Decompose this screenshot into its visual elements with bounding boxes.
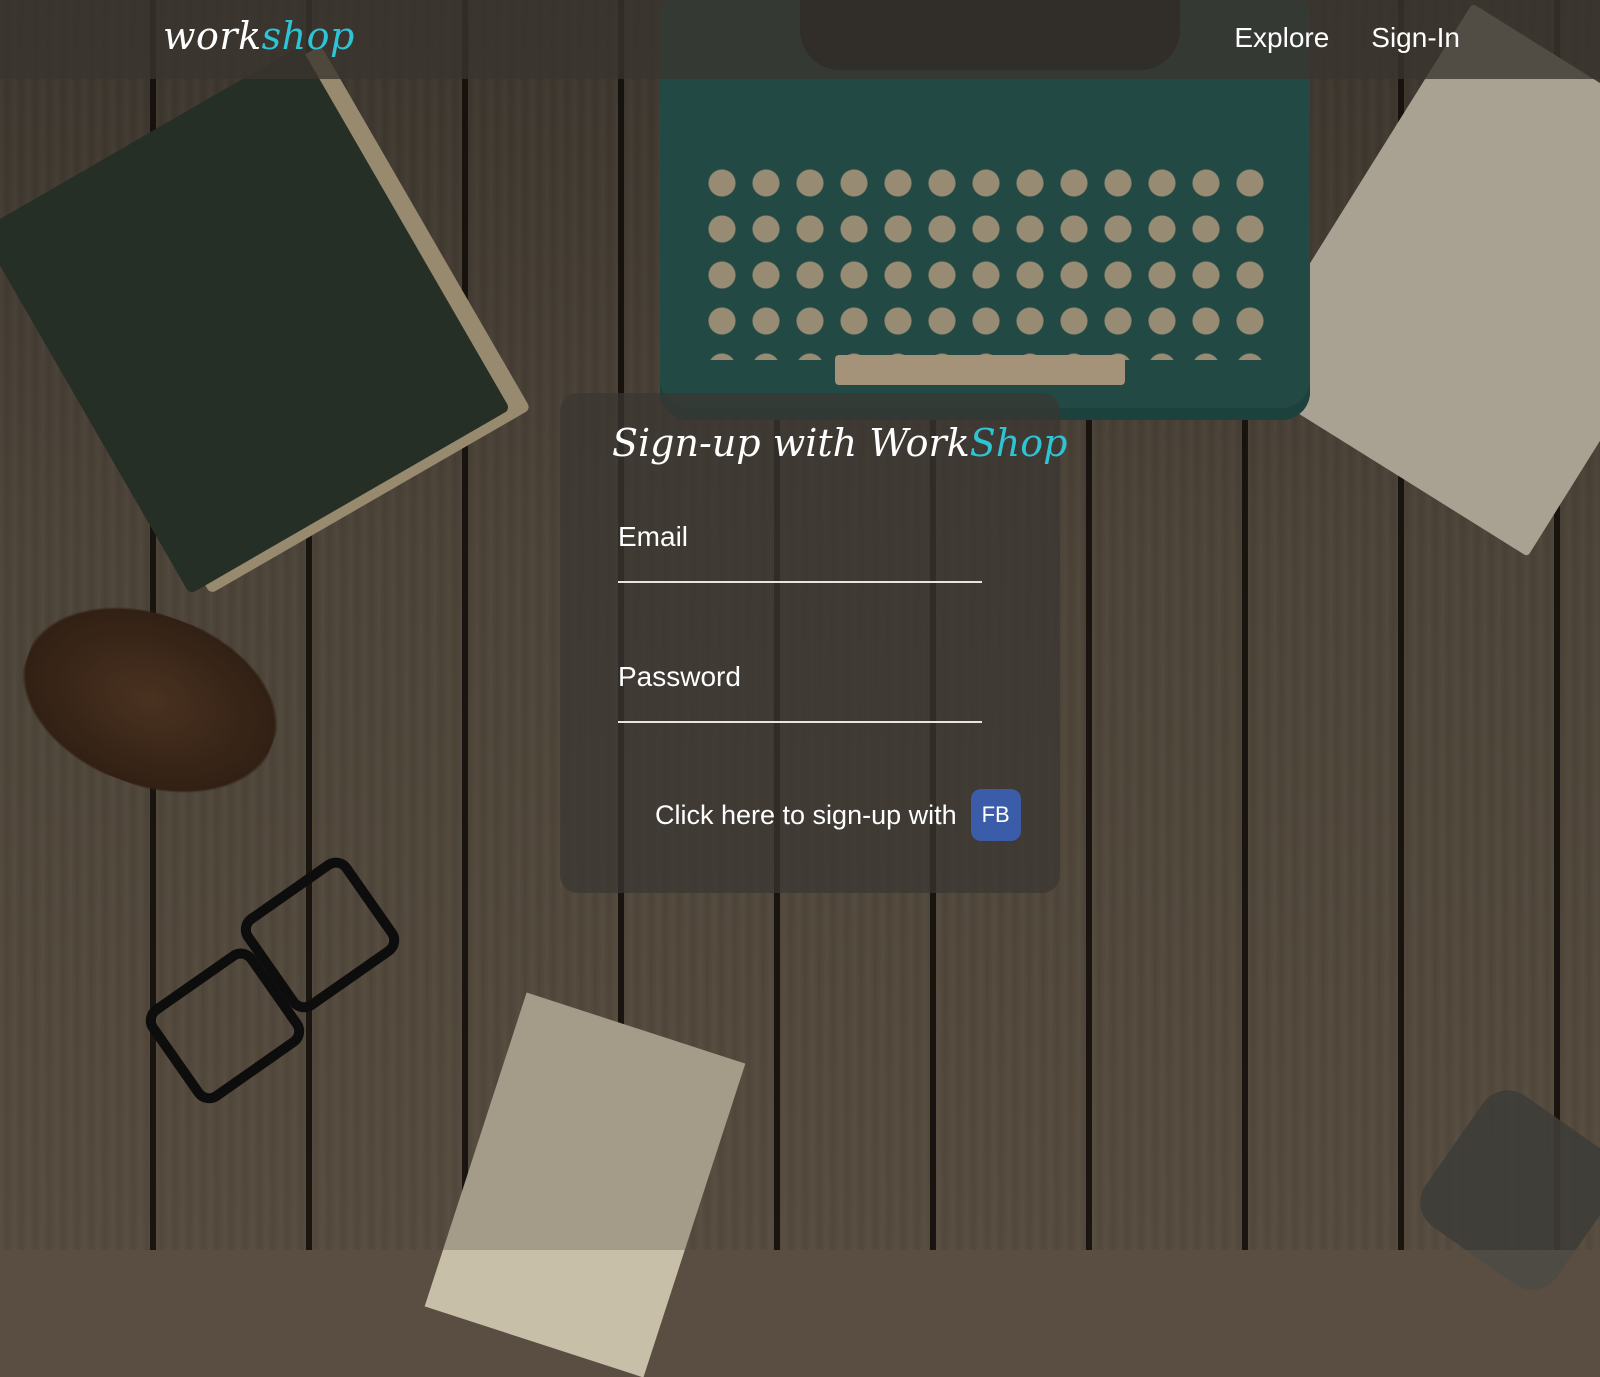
facebook-signup-prompt: Click here to sign-up with [655, 799, 957, 830]
facebook-signup-row: Click here to sign-up with FB [655, 789, 1021, 841]
password-field[interactable] [618, 661, 982, 721]
email-field[interactable] [618, 521, 982, 581]
logo-text-shop: shop [261, 14, 355, 58]
site-logo[interactable]: workshop [163, 14, 355, 58]
password-field-wrapper [618, 661, 982, 723]
logo-text-work: work [163, 14, 262, 58]
signup-title-prefix: Sign-up with Work [612, 421, 970, 465]
nav-links: Explore Sign-In [1234, 22, 1460, 54]
email-field-wrapper [618, 521, 982, 583]
signup-title: Sign-up with WorkShop [612, 421, 1067, 465]
nav-explore-link[interactable]: Explore [1234, 22, 1329, 54]
signup-title-accent: Shop [969, 421, 1068, 465]
navbar: workshop Explore Sign-In [0, 0, 1600, 79]
facebook-signup-button[interactable]: FB [970, 789, 1021, 841]
signup-card: Sign-up with WorkShop Click here to sign… [560, 393, 1067, 893]
nav-sign-in-link[interactable]: Sign-In [1371, 22, 1460, 54]
